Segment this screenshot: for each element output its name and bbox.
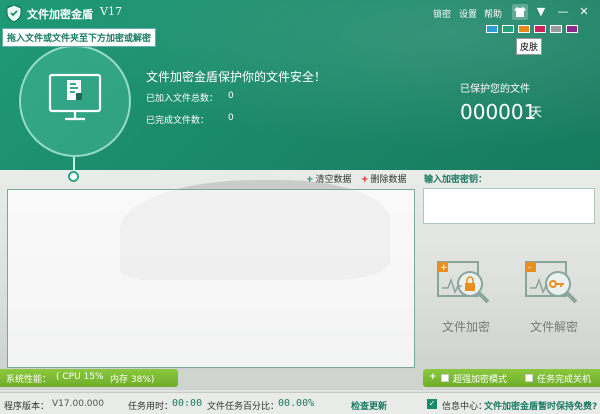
encrypt-label: 文件加密 xyxy=(441,320,490,334)
check-update-link[interactable]: 检查更新 xyxy=(351,399,387,412)
badge-stem xyxy=(73,157,75,171)
tshirt-icon xyxy=(514,7,526,17)
decrypt-key-icon: - xyxy=(525,261,578,304)
encrypt-button[interactable]: + 文件加密 xyxy=(430,258,502,338)
done-files-value: 0 xyxy=(228,113,234,123)
slogan: 文件加密金盾保护你的文件安全！ xyxy=(146,70,327,84)
app-version: V17 xyxy=(100,5,122,18)
close-icon: ✕ xyxy=(579,5,589,18)
cpu-usage: ( CPU 15% xyxy=(56,372,104,382)
info-label: 信息中心： xyxy=(442,402,488,412)
time-value: 00:00 xyxy=(172,398,203,409)
monitor-icon xyxy=(48,73,102,121)
time-label: 任务用时： xyxy=(128,402,174,412)
swatch-green[interactable] xyxy=(502,25,514,33)
title-bar[interactable]: 文件加密金盾 V17 锁密 设置 帮助 ▼ — ✕ xyxy=(0,0,600,26)
lock-menu[interactable]: 锁密 xyxy=(433,7,451,20)
delete-data-button[interactable]: + 删除数据 xyxy=(361,172,407,185)
perf-label: 系统性能： xyxy=(6,375,52,385)
file-list[interactable] xyxy=(7,189,415,368)
dropdown-button[interactable]: ▼ xyxy=(533,4,549,20)
info-link[interactable]: 文件加密金盾暂时保持免费? xyxy=(484,399,597,412)
added-files-label: 已加入文件总数： xyxy=(146,94,219,104)
plus-icon: + xyxy=(429,372,437,382)
system-performance: 系统性能： ( CPU 15% 内存 38%) xyxy=(0,369,178,387)
decrypt-button[interactable]: - 文件解密 xyxy=(518,258,590,338)
app-window: 文件加密金盾 V17 锁密 设置 帮助 ▼ — ✕ 皮肤 拖入文件或文件夹至下方… xyxy=(0,0,600,414)
protect-label: 已保护您的文件 xyxy=(460,84,530,95)
swatch-orange[interactable] xyxy=(518,25,530,33)
encrypt-lock-icon: + xyxy=(437,261,490,304)
shield-icon xyxy=(6,5,22,22)
help-menu[interactable]: 帮助 xyxy=(484,7,502,20)
shutdown-checkbox[interactable] xyxy=(525,374,533,382)
skin-tooltip: 皮肤 xyxy=(516,38,543,55)
chevron-down-icon: ▼ xyxy=(536,5,546,18)
super-mode-checkbox[interactable] xyxy=(441,374,449,382)
status-bar: 程序版本： V17.00.000 任务用时： 00:00 文件任务百分比： 00… xyxy=(0,392,600,414)
close-button[interactable]: ✕ xyxy=(576,4,592,20)
version-value: V17.00.000 xyxy=(52,399,104,409)
swatch-blue[interactable] xyxy=(486,25,498,33)
shutdown-label[interactable]: 任务完成关机 xyxy=(537,372,591,385)
version-label: 程序版本： xyxy=(4,402,50,412)
added-files-value: 0 xyxy=(228,91,234,101)
minimize-icon: — xyxy=(557,5,569,18)
minus-icon: + xyxy=(361,175,369,185)
monitor-badge xyxy=(19,45,131,157)
minimize-button[interactable]: — xyxy=(555,4,571,20)
badge-node xyxy=(68,171,79,182)
svg-text:-: - xyxy=(528,263,531,273)
options-bar: + 超强加密模式 任务完成关机 xyxy=(423,369,600,387)
percent-value: 00.00% xyxy=(278,398,315,409)
drop-hint: 拖入文件或文件夹至下方加密或解密 xyxy=(2,28,157,47)
decrypt-label: 文件解密 xyxy=(529,320,578,334)
svg-text:+: + xyxy=(440,263,448,273)
super-mode-label[interactable]: 超强加密模式 xyxy=(453,372,507,385)
key-input[interactable] xyxy=(423,188,595,224)
protect-unit: 天 xyxy=(530,105,543,119)
app-title: 文件加密金盾 xyxy=(27,8,93,21)
clear-data-button[interactable]: + 清空数据 xyxy=(306,172,352,185)
percent-label: 文件任务百分比： xyxy=(207,402,280,412)
skin-button[interactable] xyxy=(512,4,528,20)
mem-usage: 内存 38%) xyxy=(110,375,155,385)
checkbox-checked-icon[interactable]: ✓ xyxy=(427,399,437,409)
protect-days: 000001 xyxy=(460,100,537,124)
plus-icon: + xyxy=(306,175,314,185)
key-label: 输入加密密钥： xyxy=(424,175,488,185)
done-files-label: 已完成文件数： xyxy=(146,116,210,126)
swatch-red[interactable] xyxy=(534,25,546,33)
swatch-purple[interactable] xyxy=(566,25,578,33)
settings-menu[interactable]: 设置 xyxy=(459,7,477,20)
swatch-gray[interactable] xyxy=(550,25,562,33)
